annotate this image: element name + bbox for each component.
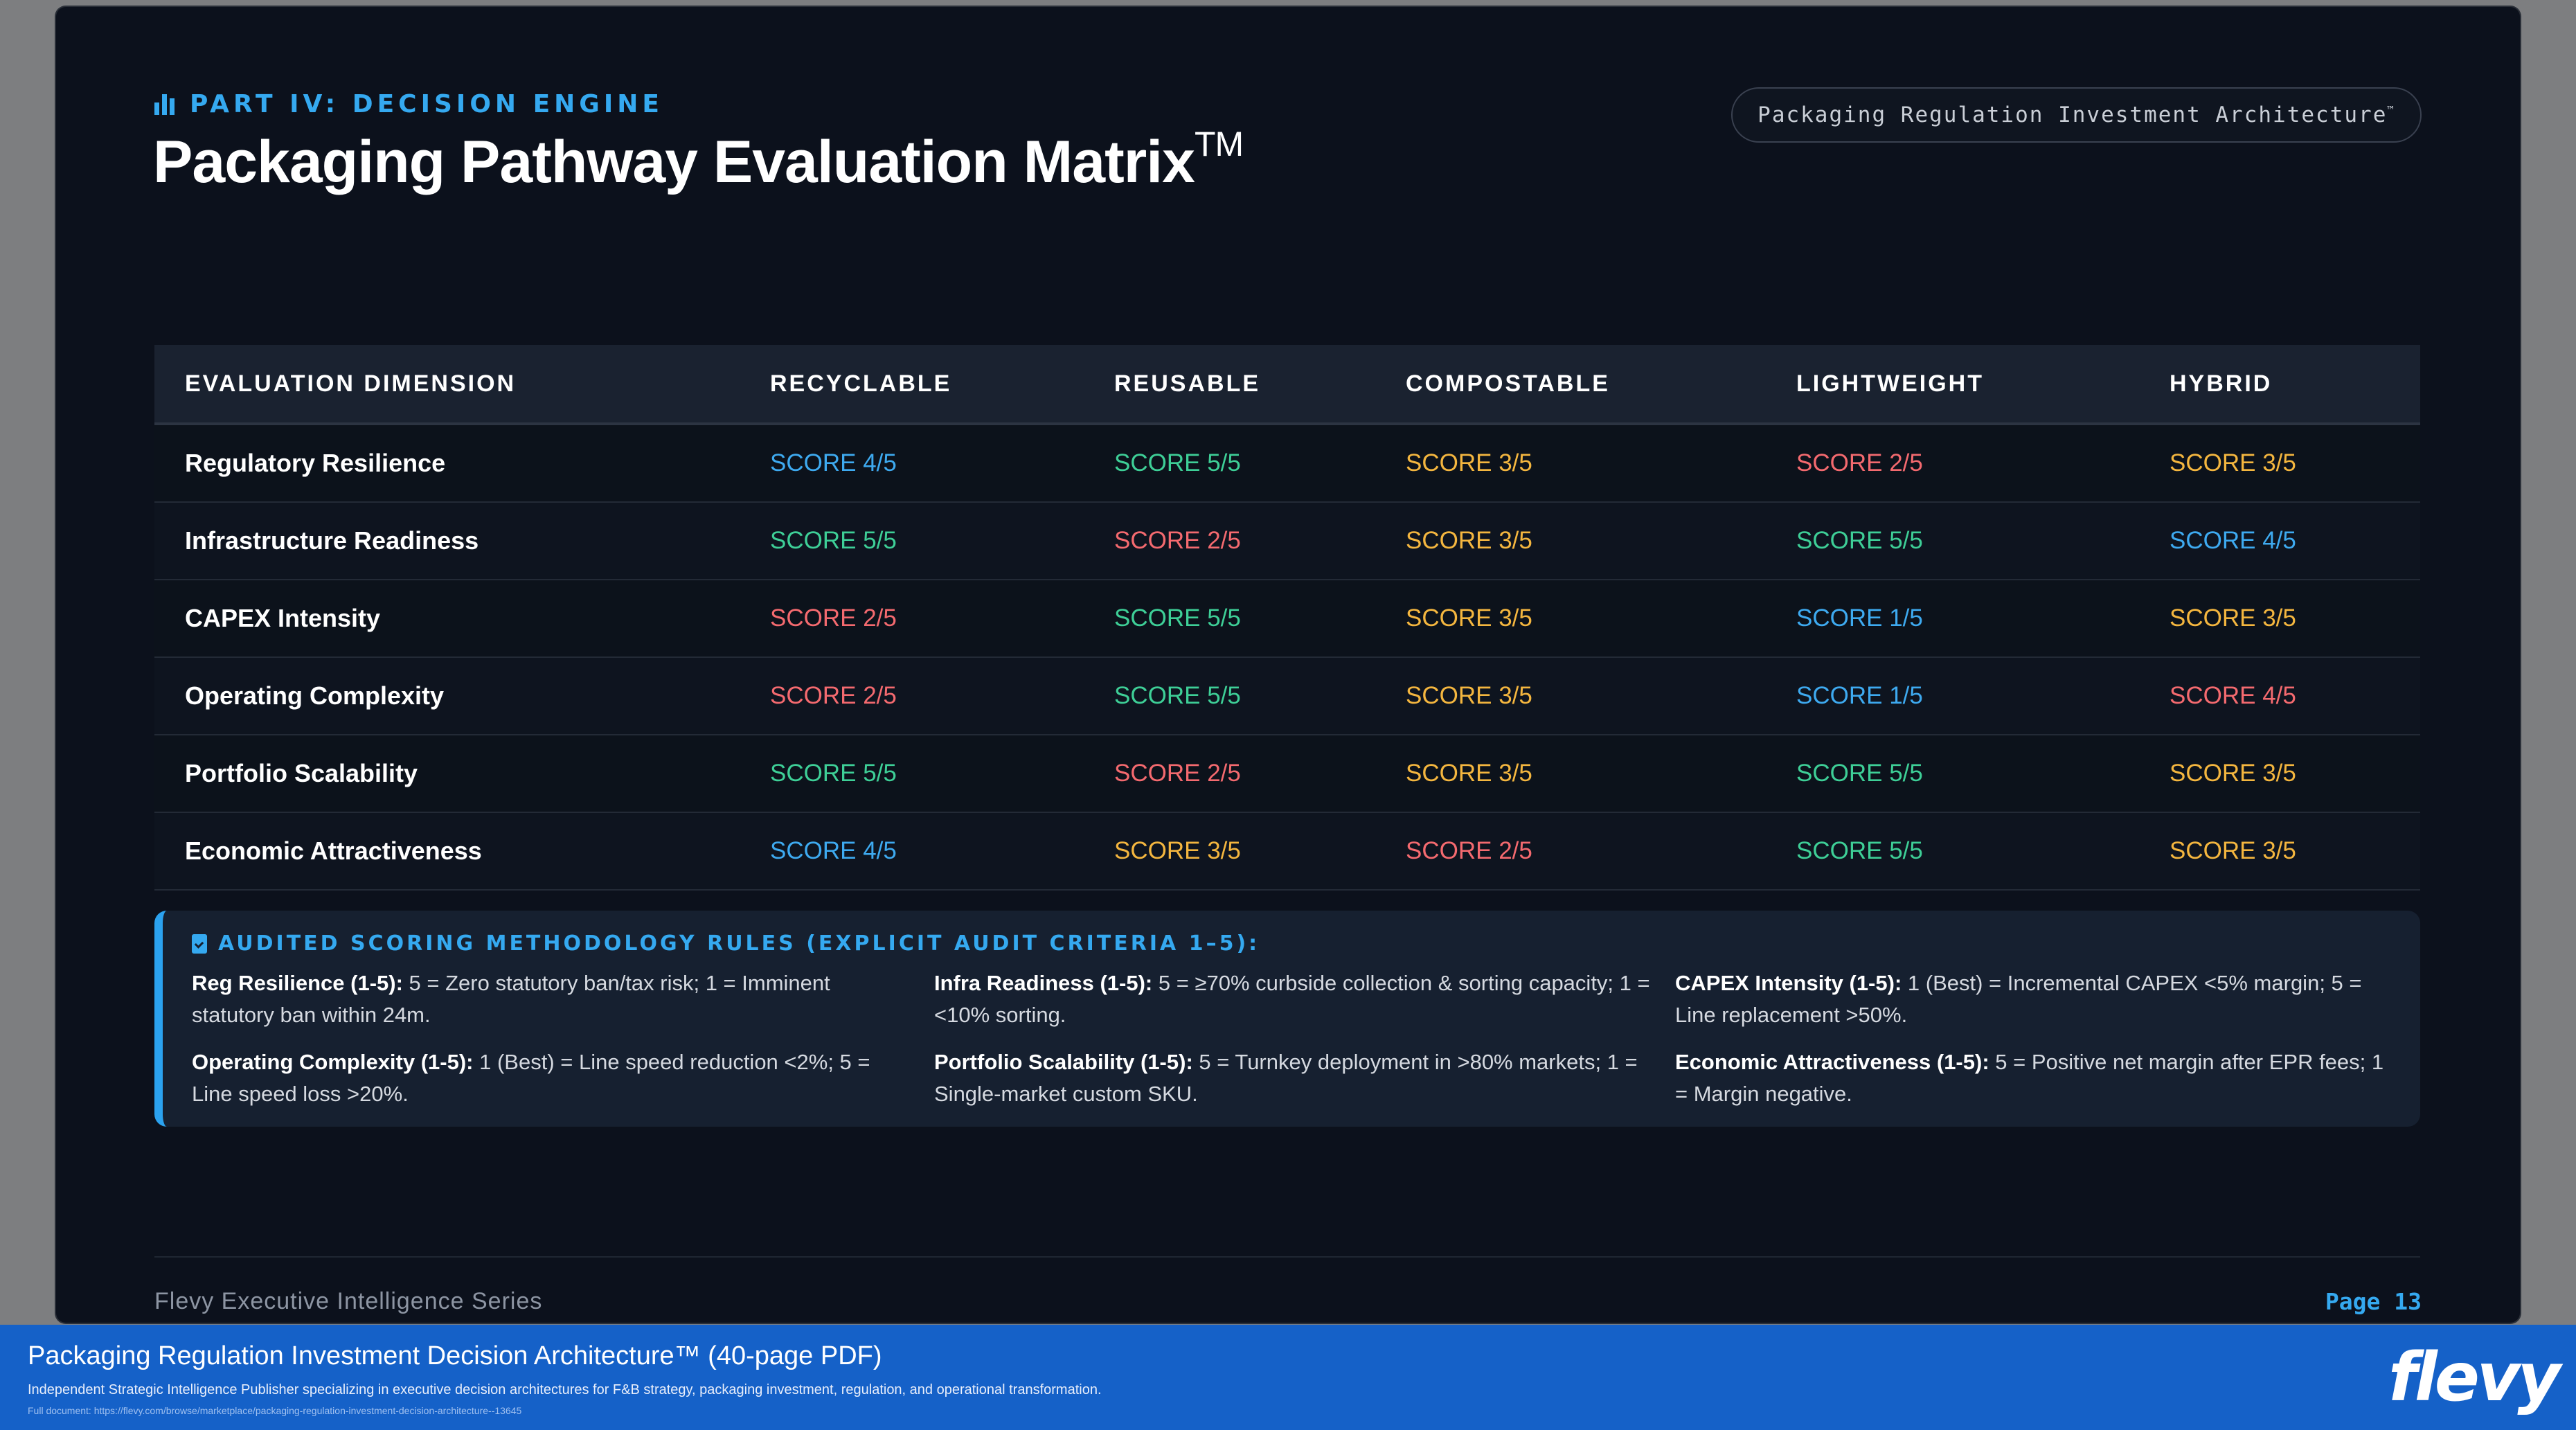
score-cell: SCORE 3/5 — [1406, 449, 1532, 476]
matrix-body: Regulatory Resilience SCORE 4/5 SCORE 5/5 S… — [154, 425, 2420, 891]
score-cell: SCORE 2/5 — [1114, 527, 1241, 554]
score-cell: SCORE 5/5 — [1796, 527, 1923, 554]
rule-label: Operating Complexity (1-5): — [192, 1050, 474, 1074]
score-cell: SCORE 5/5 — [1114, 449, 1241, 476]
score-cell: SCORE 2/5 — [1406, 837, 1532, 864]
score-cell: SCORE 3/5 — [2170, 449, 2296, 476]
bar-chart-icon — [154, 93, 175, 115]
score-cell: SCORE 4/5 — [770, 837, 897, 864]
page-number: Page 13 — [2325, 1288, 2422, 1315]
page-title-text: Packaging Pathway Evaluation Matrix — [153, 129, 1195, 195]
score-cell: SCORE 1/5 — [1796, 605, 1923, 632]
score-cell: SCORE 5/5 — [1114, 682, 1241, 709]
evaluation-matrix: EVALUATION DIMENSION RECYCLABLE REUSABLE CO… — [154, 345, 2420, 891]
rule-item: Economic Attractiveness (1-5): 5 = Posit… — [1675, 1046, 2395, 1110]
dimension-label: Regulatory Resilience — [185, 449, 446, 477]
flevy-logo[interactable]: flevy — [2388, 1339, 2561, 1416]
score-cell: SCORE 2/5 — [770, 682, 897, 709]
banner-title-main: Packaging Regulation Investment Decision… — [28, 1341, 701, 1370]
banner-subtitle: Independent Strategic Intelligence Publi… — [28, 1382, 1102, 1397]
rule-item: Portfolio Scalability (1-5): 5 = Turnkey… — [934, 1046, 1654, 1110]
score-cell: SCORE 3/5 — [1406, 682, 1532, 709]
document-tag-mark: ™ — [2387, 103, 2395, 117]
methodology-rules-panel: AUDITED SCORING METHODOLOGY RULES (EXPLI… — [154, 911, 2420, 1127]
score-cell: SCORE 3/5 — [1406, 605, 1532, 632]
clipboard-check-icon — [192, 933, 207, 954]
table-row: Economic Attractiveness SCORE 4/5 SCORE 3/… — [154, 813, 2420, 891]
score-cell: SCORE 5/5 — [1114, 605, 1241, 632]
table-row: Regulatory Resilience SCORE 4/5 SCORE 5/5 S… — [154, 425, 2420, 503]
table-row: Portfolio Scalability SCORE 5/5 SCORE 2/5 S… — [154, 735, 2420, 813]
score-cell: SCORE 5/5 — [1796, 760, 1923, 787]
score-cell: SCORE 3/5 — [2170, 837, 2296, 864]
rule-label: Portfolio Scalability (1-5): — [934, 1050, 1193, 1074]
score-cell: SCORE 5/5 — [770, 527, 897, 554]
document-tag: Packaging Regulation Investment Architec… — [1731, 87, 2422, 143]
column-header-3: COMPOSTABLE — [1406, 370, 1610, 397]
document-tag-text: Packaging Regulation Investment Architec… — [1757, 102, 2388, 127]
footer-series: Flevy Executive Intelligence Series — [154, 1288, 543, 1314]
score-cell: SCORE 2/5 — [1114, 760, 1241, 787]
column-header-5: HYBRID — [2170, 370, 2273, 397]
footer-divider — [154, 1256, 2420, 1258]
promo-banner[interactable]: Packaging Regulation Investment Decision… — [0, 1325, 2576, 1430]
rule-item: Infra Readiness (1-5): 5 = ≥70% curbside… — [934, 967, 1654, 1031]
banner-link[interactable]: Full document: https://flevy.com/browse/… — [28, 1405, 521, 1416]
page-title: Packaging Pathway Evaluation MatrixTM — [153, 125, 1244, 197]
banner-title[interactable]: Packaging Regulation Investment Decision… — [28, 1341, 882, 1371]
score-cell: SCORE 4/5 — [2170, 682, 2296, 709]
table-row: Infrastructure Readiness SCORE 5/5 SCORE 2… — [154, 503, 2420, 580]
score-cell: SCORE 3/5 — [1406, 527, 1532, 554]
section-label: PART IV: DECISION ENGINE — [154, 90, 663, 118]
section-label-text: PART IV: DECISION ENGINE — [190, 90, 663, 118]
table-row: Operating Complexity SCORE 2/5 SCORE 5/5 SC… — [154, 658, 2420, 735]
rule-label: Economic Attractiveness (1-5): — [1675, 1050, 1989, 1074]
score-cell: SCORE 3/5 — [2170, 760, 2296, 787]
score-cell: SCORE 5/5 — [1796, 837, 1923, 864]
rule-label: Infra Readiness (1-5): — [934, 971, 1153, 995]
score-cell: SCORE 4/5 — [770, 449, 897, 476]
rules-heading: AUDITED SCORING METHODOLOGY RULES (EXPLI… — [192, 931, 1260, 956]
dimension-label: Operating Complexity — [185, 681, 445, 710]
score-cell: SCORE 3/5 — [1406, 760, 1532, 787]
banner-title-suffix: (40-page PDF) — [700, 1341, 882, 1370]
rule-item: Operating Complexity (1-5): 1 (Best) = L… — [192, 1046, 912, 1110]
score-cell: SCORE 3/5 — [2170, 605, 2296, 632]
rule-label: Reg Resilience (1-5): — [192, 971, 403, 995]
column-header-2: REUSABLE — [1114, 370, 1261, 397]
score-cell: SCORE 3/5 — [1114, 837, 1241, 864]
dimension-label: Infrastructure Readiness — [185, 526, 479, 555]
rule-item: CAPEX Intensity (1-5): 1 (Best) = Increm… — [1675, 967, 2395, 1031]
slide: PART IV: DECISION ENGINE Packaging Pathw… — [56, 7, 2520, 1323]
score-cell: SCORE 2/5 — [1796, 449, 1923, 476]
dimension-label: Economic Attractiveness — [185, 837, 482, 865]
column-header-4: LIGHTWEIGHT — [1796, 370, 1984, 397]
rules-heading-text: AUDITED SCORING METHODOLOGY RULES (EXPLI… — [218, 931, 1260, 956]
column-header-0: EVALUATION DIMENSION — [185, 370, 517, 397]
score-cell: SCORE 2/5 — [770, 605, 897, 632]
dimension-label: CAPEX Intensity — [185, 604, 381, 632]
score-cell: SCORE 5/5 — [770, 760, 897, 787]
rule-item: Reg Resilience (1-5): 5 = Zero statutory… — [192, 967, 912, 1031]
rule-label: CAPEX Intensity (1-5): — [1675, 971, 1902, 995]
dimension-label: Portfolio Scalability — [185, 759, 418, 787]
score-cell: SCORE 1/5 — [1796, 682, 1923, 709]
trademark-mark: TM — [1194, 125, 1244, 164]
matrix-header-row: EVALUATION DIMENSION RECYCLABLE REUSABLE CO… — [154, 345, 2420, 425]
column-header-1: RECYCLABLE — [770, 370, 952, 397]
score-cell: SCORE 4/5 — [2170, 527, 2296, 554]
table-row: CAPEX Intensity SCORE 2/5 SCORE 5/5 SCORE 3… — [154, 580, 2420, 658]
